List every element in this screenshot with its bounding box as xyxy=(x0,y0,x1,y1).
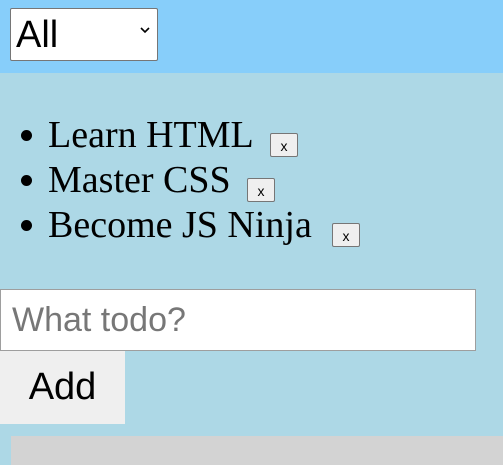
new-todo-input[interactable] xyxy=(0,289,476,351)
todo-text: Become JS Ninja xyxy=(48,204,312,246)
delete-todo-button[interactable]: x xyxy=(332,223,360,247)
chevron-down-icon xyxy=(140,27,150,34)
todo-text: Learn HTML xyxy=(48,114,254,156)
bullet-icon xyxy=(21,220,32,231)
filter-selected-value: All xyxy=(16,13,59,56)
todo-text: Master CSS xyxy=(48,159,231,201)
delete-todo-button[interactable]: x xyxy=(247,178,275,202)
header-bar: All xyxy=(0,0,503,73)
add-todo-button[interactable]: Add xyxy=(0,351,125,424)
bullet-icon xyxy=(21,130,32,141)
footer-bar xyxy=(11,436,503,465)
delete-todo-button[interactable]: x xyxy=(270,133,298,157)
filter-select[interactable]: All xyxy=(10,8,158,61)
bullet-icon xyxy=(21,175,32,186)
